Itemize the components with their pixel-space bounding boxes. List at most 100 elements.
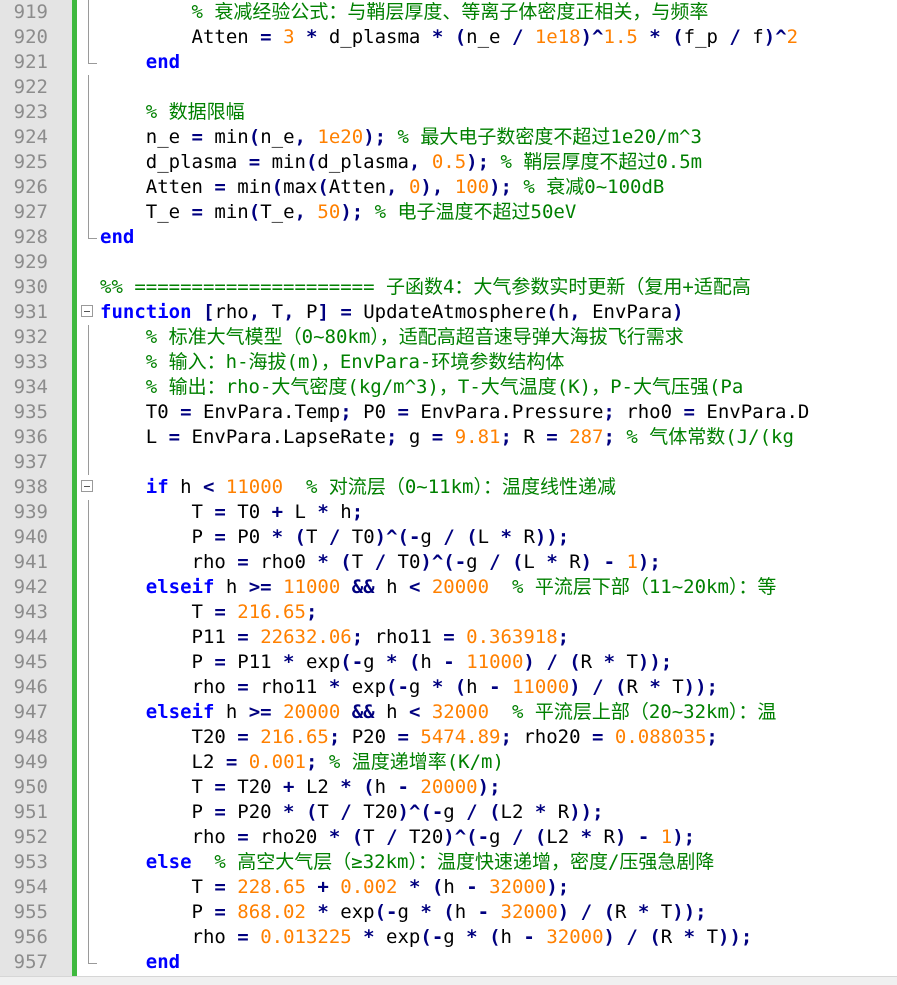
line-number: 938	[13, 476, 48, 498]
code-line[interactable]: 944 P11 = 22632.06; rho11 = 0.363918;	[0, 625, 897, 650]
line-number: 936	[13, 426, 48, 448]
code-line[interactable]: 951 P = P20 * (T / T20)^(-g / (L2 * R));	[0, 800, 897, 825]
code-line[interactable]: 927 T_e = min(T_e, 50); % 电子温度不超过50eV	[0, 200, 897, 225]
fold-guide-line	[88, 925, 89, 950]
fold-guide-line	[88, 950, 97, 964]
code-line[interactable]: 922	[0, 75, 897, 100]
code-text[interactable]: P = P20 * (T / T20)^(-g / (L2 * R));	[100, 800, 604, 825]
horizontal-scrollbar[interactable]	[0, 976, 897, 985]
code-line[interactable]: 924 n_e = min(n_e, 1e20); % 最大电子数密度不超过1e…	[0, 125, 897, 150]
code-line[interactable]: 935 T0 = EnvPara.Temp; P0 = EnvPara.Pres…	[0, 400, 897, 425]
code-line[interactable]: 937	[0, 450, 897, 475]
code-line[interactable]: 941 rho = rho0 * (T / T0)^(-g / (L * R) …	[0, 550, 897, 575]
code-line[interactable]: 956 rho = 0.013225 * exp(-g * (h - 32000…	[0, 925, 897, 950]
code-line[interactable]: 928 end	[0, 225, 897, 250]
fold-guide-line	[88, 100, 89, 125]
code-line[interactable]: 946 rho = rho11 * exp(-g * (h - 11000) /…	[0, 675, 897, 700]
code-line[interactable]: 925 d_plasma = min(d_plasma, 0.5); % 鞘层厚…	[0, 150, 897, 175]
fold-collapse-icon[interactable]	[81, 480, 93, 492]
code-line[interactable]: 933 % 输入：h-海拔(m)，EnvPara-环境参数结构体	[0, 350, 897, 375]
code-line[interactable]: 921 end	[0, 50, 897, 75]
code-line[interactable]: 932 % 标准大气模型（0~80km），适配高超音速导弹大海拔飞行需求	[0, 325, 897, 350]
code-text[interactable]: d_plasma = min(d_plasma, 0.5); % 鞘层厚度不超过…	[100, 150, 702, 175]
fold-guide-line	[88, 675, 89, 700]
code-text[interactable]: % 输出：rho-大气密度(kg/m^3)，T-大气温度(K)，P-大气压强(P…	[100, 375, 744, 400]
code-line[interactable]: 955 P = 868.02 * exp(-g * (h - 32000) / …	[0, 900, 897, 925]
code-lines[interactable]: 919 % 衰减经验公式：与鞘层厚度、等离子体密度正相关，与频率 920 Atte…	[0, 0, 897, 975]
code-text[interactable]: rho = rho20 * (T / T20)^(-g / (L2 * R) -…	[100, 825, 696, 850]
code-line[interactable]: 923 % 数据限幅	[0, 100, 897, 125]
fold-guide-line	[88, 825, 89, 850]
line-number: 939	[13, 501, 48, 523]
code-line[interactable]: 920 Atten = 3 * d_plasma * (n_e / 1e18)^…	[0, 25, 897, 50]
fold-guide-line	[88, 700, 89, 725]
code-text[interactable]: Atten = 3 * d_plasma * (n_e / 1e18)^1.5 …	[100, 25, 799, 50]
line-number: 927	[13, 201, 48, 223]
code-line[interactable]: 936 L = EnvPara.LapseRate; g = 9.81; R =…	[0, 425, 897, 450]
code-line[interactable]: 957 end	[0, 950, 897, 975]
code-text[interactable]: % 衰减经验公式：与鞘层厚度、等离子体密度正相关，与频率	[100, 0, 709, 25]
code-text[interactable]: % 输入：h-海拔(m)，EnvPara-环境参数结构体	[100, 350, 565, 375]
code-text[interactable]: T20 = 216.65; P20 = 5474.89; rho20 = 0.0…	[100, 725, 718, 750]
code-text[interactable]: % 标准大气模型（0~80km），适配高超音速导弹大海拔飞行需求	[100, 325, 684, 350]
code-text[interactable]: %% ===================== 子函数4：大气参数实时更新（复…	[100, 275, 751, 300]
code-text[interactable]: else % 高空大气层（≥32km）：温度快速递增，密度/压强急剧降	[100, 850, 715, 875]
code-line[interactable]: 919 % 衰减经验公式：与鞘层厚度、等离子体密度正相关，与频率	[0, 0, 897, 25]
code-line[interactable]: 952 rho = rho20 * (T / T20)^(-g / (L2 * …	[0, 825, 897, 850]
fold-collapse-icon[interactable]	[81, 305, 93, 317]
code-text[interactable]: n_e = min(n_e, 1e20); % 最大电子数密度不超过1e20/m…	[100, 125, 702, 150]
fold-guide-line	[88, 625, 89, 650]
code-text[interactable]: rho = rho11 * exp(-g * (h - 11000) / (R …	[100, 675, 719, 700]
fold-guide-line	[88, 425, 89, 450]
code-line[interactable]: 942 elseif h >= 11000 && h < 20000 % 平流层…	[0, 575, 897, 600]
code-text[interactable]: L2 = 0.001; % 温度递增率(K/m)	[100, 750, 504, 775]
code-text[interactable]: rho = 0.013225 * exp(-g * (h - 32000) / …	[100, 925, 753, 950]
code-text[interactable]: end	[100, 225, 134, 250]
code-text[interactable]: function [rho, T, P] = UpdateAtmosphere(…	[100, 300, 684, 325]
code-line[interactable]: 949 L2 = 0.001; % 温度递增率(K/m)	[0, 750, 897, 775]
code-text[interactable]: T_e = min(T_e, 50); % 电子温度不超过50eV	[100, 200, 577, 225]
code-text[interactable]: T = T0 + L * h;	[100, 500, 364, 525]
code-text[interactable]: L = EnvPara.LapseRate; g = 9.81; R = 287…	[100, 425, 794, 450]
code-line[interactable]: 947 elseif h >= 20000 && h < 32000 % 平流层…	[0, 700, 897, 725]
code-text[interactable]: elseif h >= 11000 && h < 20000 % 平流层下部（1…	[100, 575, 777, 600]
code-text[interactable]: T = T20 + L2 * (h - 20000);	[100, 775, 501, 800]
line-number: 951	[13, 801, 48, 823]
fold-guide-line	[88, 375, 89, 400]
code-text[interactable]: P = 868.02 * exp(-g * (h - 32000) / (R *…	[100, 900, 707, 925]
fold-guide-line	[88, 850, 89, 875]
code-line[interactable]: 954 T = 228.65 + 0.002 * (h - 32000);	[0, 875, 897, 900]
fold-guide-line	[88, 750, 89, 775]
fold-guide-line	[88, 0, 89, 25]
code-line[interactable]: 940 P = P0 * (T / T0)^(-g / (L * R));	[0, 525, 897, 550]
code-line[interactable]: 939 T = T0 + L * h;	[0, 500, 897, 525]
code-text[interactable]: T = 216.65;	[100, 600, 318, 625]
code-text[interactable]: end	[100, 50, 180, 75]
code-line[interactable]: 929	[0, 250, 897, 275]
code-line[interactable]: 953 else % 高空大气层（≥32km）：温度快速递增，密度/压强急剧降	[0, 850, 897, 875]
code-line[interactable]: 938 if h < 11000 % 对流层（0~11km）：温度线性递减	[0, 475, 897, 500]
code-editor[interactable]: 919 % 衰减经验公式：与鞘层厚度、等离子体密度正相关，与频率 920 Atte…	[0, 0, 897, 985]
code-line[interactable]: 943 T = 216.65;	[0, 600, 897, 625]
code-line[interactable]: 934 % 输出：rho-大气密度(kg/m^3)，T-大气温度(K)，P-大气…	[0, 375, 897, 400]
line-number: 934	[13, 376, 48, 398]
code-text[interactable]: P = P0 * (T / T0)^(-g / (L * R));	[100, 525, 570, 550]
code-line[interactable]: 948 T20 = 216.65; P20 = 5474.89; rho20 =…	[0, 725, 897, 750]
code-text[interactable]: end	[100, 950, 180, 975]
code-text[interactable]: T = 228.65 + 0.002 * (h - 32000);	[100, 875, 570, 900]
code-text[interactable]: % 数据限幅	[100, 100, 245, 125]
code-line[interactable]: 945 P = P11 * exp(-g * (h - 11000) / (R …	[0, 650, 897, 675]
code-text[interactable]: Atten = min(max(Atten, 0), 100); % 衰减0~1…	[100, 175, 665, 200]
code-text[interactable]: rho = rho0 * (T / T0)^(-g / (L * R) - 1)…	[100, 550, 661, 575]
code-text[interactable]: P = P11 * exp(-g * (h - 11000) / (R * T)…	[100, 650, 673, 675]
code-text[interactable]: if h < 11000 % 对流层（0~11km）：温度线性递减	[100, 475, 616, 500]
fold-guide-line	[88, 650, 89, 675]
code-text[interactable]: elseif h >= 20000 && h < 32000 % 平流层上部（2…	[100, 700, 777, 725]
code-line[interactable]: 950 T = T20 + L2 * (h - 20000);	[0, 775, 897, 800]
code-text[interactable]: T0 = EnvPara.Temp; P0 = EnvPara.Pressure…	[100, 400, 810, 425]
code-line[interactable]: 926 Atten = min(max(Atten, 0), 100); % 衰…	[0, 175, 897, 200]
code-line[interactable]: 931 function [rho, T, P] = UpdateAtmosphe…	[0, 300, 897, 325]
line-number: 932	[13, 326, 48, 348]
code-text[interactable]: P11 = 22632.06; rho11 = 0.363918;	[100, 625, 570, 650]
code-line[interactable]: 930 %% ===================== 子函数4：大气参数实时更…	[0, 275, 897, 300]
